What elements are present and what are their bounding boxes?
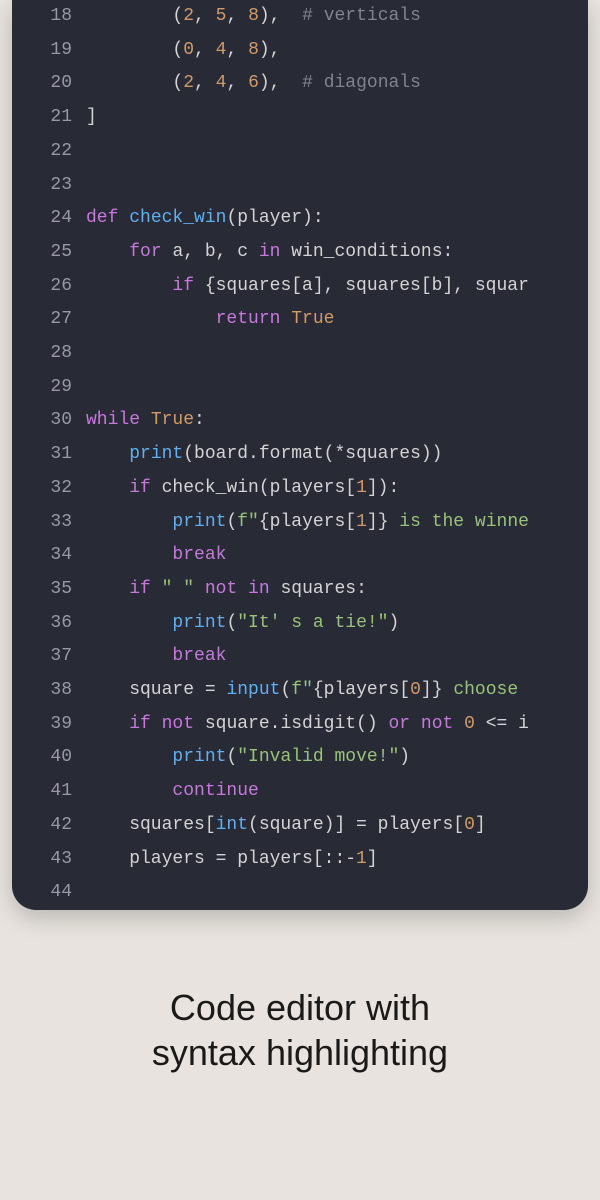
code-line[interactable]: 30while True:	[12, 404, 588, 438]
caption-line-1: Code editor with	[0, 985, 600, 1030]
line-content[interactable]: print("It' s a tie!")	[86, 607, 588, 641]
line-number: 41	[12, 775, 86, 809]
code-line[interactable]: 22	[12, 135, 588, 169]
code-line[interactable]: 38 square = input(f"{players[0]} choose	[12, 674, 588, 708]
code-line[interactable]: 39 if not square.isdigit() or not 0 <= i	[12, 708, 588, 742]
code-line[interactable]: 25 for a, b, c in win_conditions:	[12, 236, 588, 270]
line-number: 31	[12, 438, 86, 472]
line-number: 21	[12, 101, 86, 135]
line-number: 44	[12, 876, 86, 910]
code-line[interactable]: 32 if check_win(players[1]):	[12, 472, 588, 506]
line-content[interactable]: def check_win(player):	[86, 202, 588, 236]
line-content[interactable]: print(f"{players[1]} is the winne	[86, 506, 588, 540]
line-number: 37	[12, 640, 86, 674]
line-content[interactable]: (0, 4, 8),	[86, 34, 588, 68]
line-number: 39	[12, 708, 86, 742]
line-content[interactable]: break	[86, 539, 588, 573]
code-line[interactable]: 26 if {squares[a], squares[b], squar	[12, 270, 588, 304]
code-line[interactable]: 20 (2, 4, 6), # diagonals	[12, 67, 588, 101]
line-number: 40	[12, 741, 86, 775]
line-number: 26	[12, 270, 86, 304]
line-content[interactable]: while True:	[86, 404, 588, 438]
line-content[interactable]: continue	[86, 775, 588, 809]
code-line[interactable]: 36 print("It' s a tie!")	[12, 607, 588, 641]
code-line[interactable]: 40 print("Invalid move!")	[12, 741, 588, 775]
code-line[interactable]: 29	[12, 371, 588, 405]
line-number: 29	[12, 371, 86, 405]
code-line[interactable]: 24def check_win(player):	[12, 202, 588, 236]
code-line[interactable]: 34 break	[12, 539, 588, 573]
code-line[interactable]: 44	[12, 876, 588, 910]
code-line[interactable]: 18 (2, 5, 8), # verticals	[12, 0, 588, 34]
line-content[interactable]: ]	[86, 101, 588, 135]
code-line[interactable]: 33 print(f"{players[1]} is the winne	[12, 506, 588, 540]
code-line[interactable]: 21]	[12, 101, 588, 135]
line-content[interactable]: if check_win(players[1]):	[86, 472, 588, 506]
line-number: 42	[12, 809, 86, 843]
line-number: 20	[12, 67, 86, 101]
line-content[interactable]: if {squares[a], squares[b], squar	[86, 270, 588, 304]
line-content[interactable]: break	[86, 640, 588, 674]
line-content[interactable]	[86, 169, 588, 203]
line-number: 32	[12, 472, 86, 506]
caption-line-2: syntax highlighting	[0, 1030, 600, 1075]
code-line[interactable]: 41 continue	[12, 775, 588, 809]
line-content[interactable]: (2, 5, 8), # verticals	[86, 0, 588, 34]
line-content[interactable]: for a, b, c in win_conditions:	[86, 236, 588, 270]
code-line[interactable]: 27 return True	[12, 303, 588, 337]
line-number: 24	[12, 202, 86, 236]
code-editor-card: 18 (2, 5, 8), # verticals19 (0, 4, 8),20…	[12, 0, 588, 910]
line-content[interactable]: if not square.isdigit() or not 0 <= i	[86, 708, 588, 742]
line-number: 18	[12, 0, 86, 34]
line-content[interactable]: if " " not in squares:	[86, 573, 588, 607]
line-number: 30	[12, 404, 86, 438]
line-number: 28	[12, 337, 86, 371]
line-number: 33	[12, 506, 86, 540]
code-line[interactable]: 37 break	[12, 640, 588, 674]
line-content[interactable]: (2, 4, 6), # diagonals	[86, 67, 588, 101]
code-line[interactable]: 31 print(board.format(*squares))	[12, 438, 588, 472]
code-line[interactable]: 42 squares[int(square)] = players[0]	[12, 809, 588, 843]
code-line[interactable]: 19 (0, 4, 8),	[12, 34, 588, 68]
caption: Code editor with syntax highlighting	[0, 985, 600, 1075]
line-content[interactable]: return True	[86, 303, 588, 337]
line-content[interactable]: players = players[::-1]	[86, 843, 588, 877]
line-content[interactable]	[86, 135, 588, 169]
line-number: 27	[12, 303, 86, 337]
line-content[interactable]: squares[int(square)] = players[0]	[86, 809, 588, 843]
line-number: 34	[12, 539, 86, 573]
line-content[interactable]	[86, 876, 588, 910]
line-content[interactable]: square = input(f"{players[0]} choose	[86, 674, 588, 708]
line-number: 43	[12, 843, 86, 877]
line-content[interactable]: print("Invalid move!")	[86, 741, 588, 775]
code-line[interactable]: 23	[12, 169, 588, 203]
line-number: 36	[12, 607, 86, 641]
line-number: 19	[12, 34, 86, 68]
line-content[interactable]	[86, 371, 588, 405]
code-line[interactable]: 28	[12, 337, 588, 371]
line-number: 22	[12, 135, 86, 169]
line-number: 23	[12, 169, 86, 203]
line-number: 38	[12, 674, 86, 708]
code-line[interactable]: 43 players = players[::-1]	[12, 843, 588, 877]
line-number: 35	[12, 573, 86, 607]
line-content[interactable]: print(board.format(*squares))	[86, 438, 588, 472]
line-number: 25	[12, 236, 86, 270]
code-line[interactable]: 35 if " " not in squares:	[12, 573, 588, 607]
line-content[interactable]	[86, 337, 588, 371]
code-area[interactable]: 18 (2, 5, 8), # verticals19 (0, 4, 8),20…	[12, 0, 588, 910]
